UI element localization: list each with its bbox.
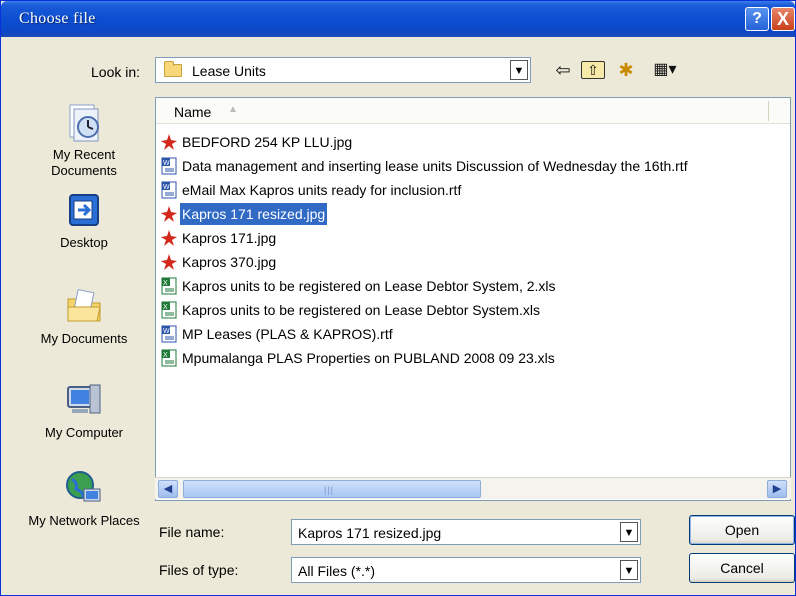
place-recent-documents[interactable]: My Recent Documents: [25, 103, 143, 179]
folder-icon: [164, 61, 182, 77]
title-bar[interactable]: Choose file ? X: [1, 1, 795, 37]
my-documents-icon: [64, 287, 104, 325]
files-of-type-value: All Files (*.*): [298, 563, 376, 579]
jpg-file-icon: [160, 253, 178, 271]
jpg-file-icon: [160, 205, 178, 223]
svg-text:W: W: [163, 160, 170, 167]
choose-file-dialog: Choose file ? X Look in: Lease Units ▼ ⇦…: [0, 0, 796, 596]
cancel-button[interactable]: Cancel: [689, 553, 795, 583]
dialog-title: Choose file: [19, 10, 96, 27]
file-item[interactable]: BEDFORD 254 KP LLU.jpg: [160, 130, 354, 152]
chevron-down-icon[interactable]: ▼: [510, 60, 528, 80]
file-item[interactable]: Kapros 171.jpg: [160, 226, 278, 248]
horizontal-scrollbar[interactable]: ◀ ||| ▶: [155, 477, 791, 499]
place-label: Desktop: [60, 235, 108, 250]
desktop-icon: [64, 191, 104, 229]
file-name: Kapros 171 resized.jpg: [180, 203, 328, 226]
jpg-file-icon: [160, 133, 178, 151]
chevron-down-icon[interactable]: ▼: [620, 522, 638, 542]
file-name: Data management and inserting lease unit…: [182, 158, 688, 175]
xls-file-icon: X: [160, 349, 178, 367]
svg-text:W: W: [163, 328, 170, 335]
file-name: Mpumalanga PLAS Properties on PUBLAND 20…: [182, 350, 555, 367]
file-item-selected[interactable]: Kapros 171 resized.jpg: [160, 202, 328, 226]
file-name-label: File name:: [159, 524, 225, 540]
file-name: Kapros units to be registered on Lease D…: [182, 278, 556, 295]
look-in-value: Lease Units: [192, 63, 266, 79]
scroll-right-icon[interactable]: ▶: [767, 480, 787, 498]
file-item[interactable]: W Data management and inserting lease uni…: [160, 154, 690, 176]
xls-file-icon: X: [160, 301, 178, 319]
place-label: My Recent Documents: [51, 147, 117, 178]
file-name-value: Kapros 171 resized.jpg: [298, 525, 442, 541]
help-button[interactable]: ?: [745, 7, 769, 31]
back-icon[interactable]: ⇦: [551, 59, 575, 81]
svg-text:W: W: [163, 184, 170, 191]
file-name: Kapros units to be registered on Lease D…: [182, 302, 540, 319]
new-folder-icon[interactable]: ✱: [613, 59, 639, 81]
network-places-icon: [64, 469, 104, 507]
file-item[interactable]: X Kapros units to be registered on Lease …: [160, 274, 558, 296]
column-divider[interactable]: [768, 101, 769, 121]
files-of-type-dropdown[interactable]: All Files (*.*) ▼: [291, 557, 641, 583]
scroll-left-icon[interactable]: ◀: [158, 480, 178, 498]
place-my-computer[interactable]: My Computer: [25, 381, 143, 441]
chevron-down-icon[interactable]: ▼: [620, 560, 638, 580]
svg-text:X: X: [163, 280, 168, 287]
rtf-file-icon: W: [160, 325, 178, 343]
xls-file-icon: X: [160, 277, 178, 295]
file-item[interactable]: X Kapros units to be registered on Lease …: [160, 298, 542, 320]
places-bar: My Recent Documents Desktop My Documents…: [25, 95, 143, 585]
up-folder-icon[interactable]: ⇧: [581, 61, 605, 79]
file-name-field[interactable]: Kapros 171 resized.jpg ▼: [291, 519, 641, 545]
recent-documents-icon: [64, 103, 104, 142]
file-name: Kapros 370.jpg: [182, 254, 277, 271]
look-in-label: Look in:: [91, 64, 141, 80]
place-label: My Computer: [44, 425, 124, 440]
file-item[interactable]: WeMail Max Kapros units ready for inclus…: [160, 178, 463, 200]
svg-text:X: X: [163, 304, 168, 311]
jpg-file-icon: [160, 229, 178, 247]
my-computer-icon: [64, 381, 104, 419]
files-of-type-label: Files of type:: [159, 562, 239, 578]
place-network-places[interactable]: My Network Places: [25, 469, 143, 529]
file-name: BEDFORD 254 KP LLU.jpg: [182, 134, 353, 151]
column-header-label: Name: [174, 104, 212, 120]
sort-ascending-icon: ▲: [228, 104, 238, 115]
file-name: MP Leases (PLAS & KAPROS).rtf: [182, 326, 393, 343]
file-item[interactable]: Kapros 370.jpg: [160, 250, 278, 272]
file-name: eMail Max Kapros units ready for inclusi…: [182, 182, 462, 199]
file-item[interactable]: W MP Leases (PLAS & KAPROS).rtf: [160, 322, 395, 344]
file-list[interactable]: Name ▲ BEDFORD 254 KP LLU.jpg W Data mana…: [155, 97, 791, 501]
place-label: My Documents: [40, 331, 128, 346]
file-item[interactable]: X Mpumalanga PLAS Properties on PUBLAND 2…: [160, 346, 557, 368]
scrollbar-grip: |||: [324, 485, 335, 495]
rtf-file-icon: W: [160, 157, 178, 175]
close-button[interactable]: X: [771, 7, 795, 31]
rtf-file-icon: W: [160, 181, 178, 199]
column-header-name[interactable]: Name ▲: [156, 98, 790, 124]
scrollbar-thumb[interactable]: |||: [183, 480, 481, 498]
open-button[interactable]: Open: [689, 515, 795, 545]
views-menu-icon[interactable]: ▦▾: [645, 59, 685, 81]
place-label: My Network Places: [28, 513, 140, 528]
place-my-documents[interactable]: My Documents: [25, 287, 143, 347]
svg-text:X: X: [163, 352, 168, 359]
look-in-dropdown[interactable]: Lease Units ▼: [155, 57, 531, 83]
place-desktop[interactable]: Desktop: [25, 191, 143, 251]
file-name: Kapros 171.jpg: [182, 230, 277, 247]
